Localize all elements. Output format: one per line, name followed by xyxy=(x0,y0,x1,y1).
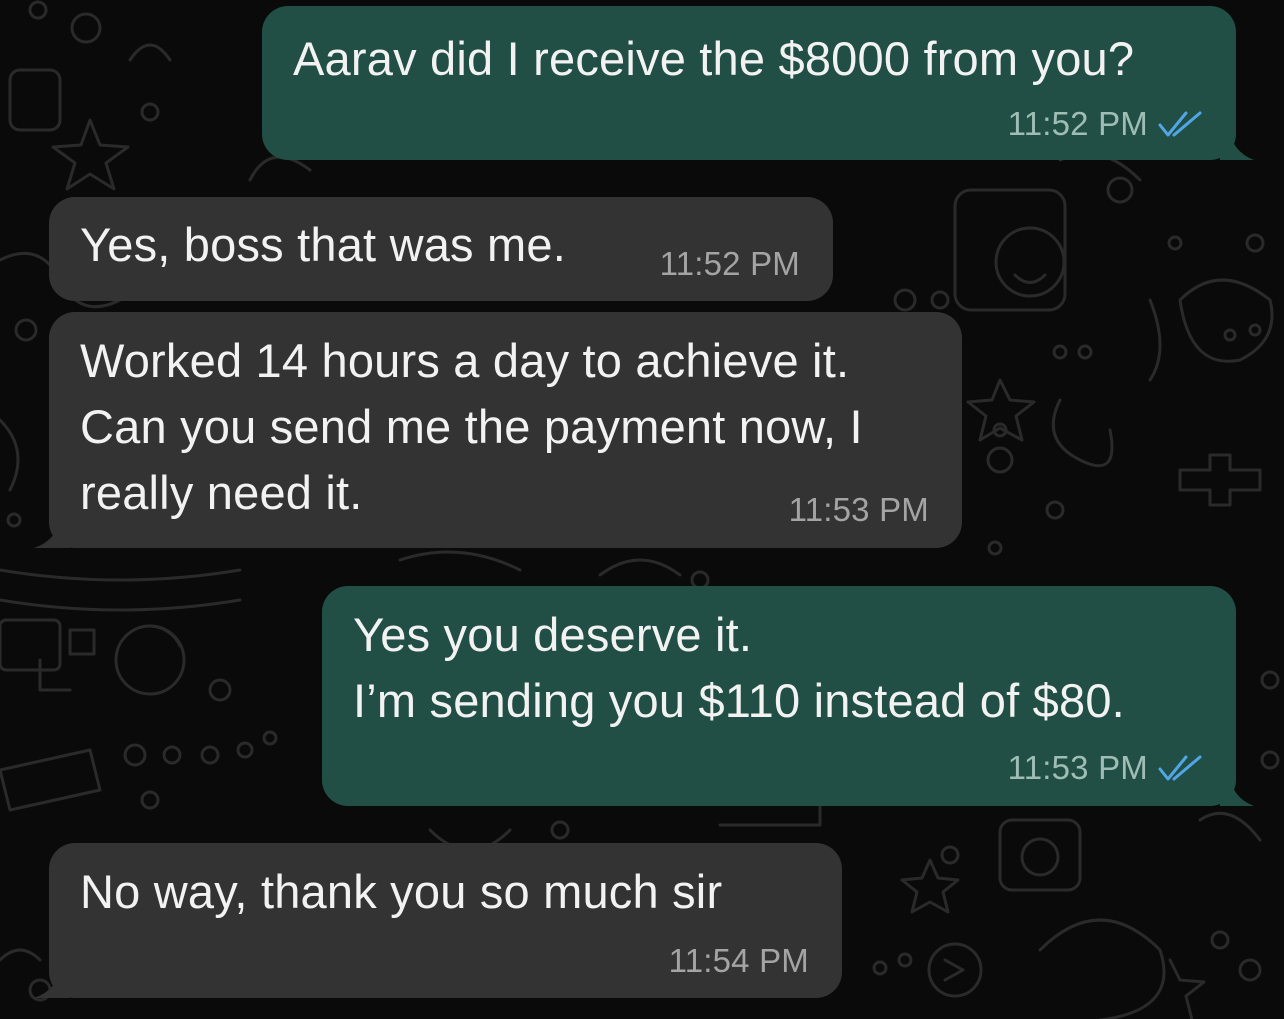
incoming-message[interactable]: Yes, boss that was me. 11:52 PM xyxy=(49,197,833,301)
message-text-line: I’m sending you $110 instead of $80. xyxy=(353,674,1125,727)
message-meta: 11:53 PM xyxy=(789,490,929,530)
outgoing-message[interactable]: Yes you deserve it. I’m sending you $110… xyxy=(322,586,1236,806)
message-text-line: Can you send me the payment now, I xyxy=(80,400,863,453)
message-time: 11:52 PM xyxy=(1007,105,1148,142)
message-meta: 11:53 PM xyxy=(1008,748,1204,788)
outgoing-message[interactable]: Aarav did I receive the $8000 from you? … xyxy=(262,6,1236,160)
message-text-line: Yes you deserve it. xyxy=(353,608,753,661)
incoming-message[interactable]: Worked 14 hours a day to achieve it. Can… xyxy=(49,312,962,548)
incoming-message[interactable]: No way, thank you so much sir 11:54 PM xyxy=(49,843,842,998)
message-text-line: really need it. xyxy=(80,466,363,519)
message-text: Aarav did I receive the $8000 from you? xyxy=(293,32,1135,85)
message-time: 11:54 PM xyxy=(668,942,809,979)
message-text: Yes, boss that was me. xyxy=(80,218,566,271)
double-check-icon xyxy=(1158,755,1202,781)
message-time: 11:52 PM xyxy=(659,245,800,282)
chat-conversation: Aarav did I receive the $8000 from you? … xyxy=(0,0,1284,1019)
message-text: No way, thank you so much sir xyxy=(80,865,723,918)
message-meta: 11:54 PM xyxy=(669,941,809,981)
message-time: 11:53 PM xyxy=(1007,749,1148,786)
message-time: 11:53 PM xyxy=(788,491,929,528)
message-meta: 11:52 PM xyxy=(1008,104,1204,144)
message-meta: 11:52 PM xyxy=(660,244,800,284)
double-check-icon xyxy=(1158,111,1202,137)
message-text-line: Worked 14 hours a day to achieve it. xyxy=(80,334,850,387)
